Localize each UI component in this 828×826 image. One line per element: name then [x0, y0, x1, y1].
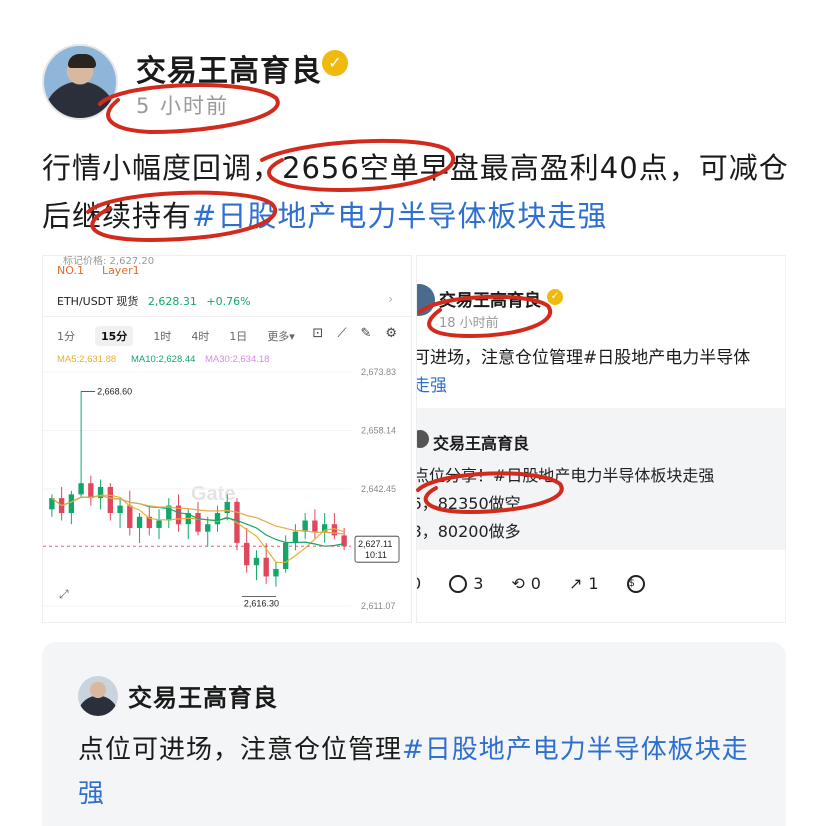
quote-text: 点位可进场，注意仓位管理#日股地产电力半导体 板块走强	[416, 344, 785, 400]
share-icon: ↗	[568, 574, 583, 593]
candle-body	[68, 494, 75, 514]
quote-inner-post: 交易王高育良 最新点位分享！#日股地产电力半导体板块走强 2656，82350做…	[416, 408, 785, 550]
pen-icon[interactable]: ✎	[360, 326, 371, 341]
chart-image[interactable]: 标记价格: 2,627.20 NO.1 Layer1 ETH/USDT 现货 2…	[42, 255, 412, 623]
candle-body	[282, 542, 289, 569]
chart-pair: ETH/USDT 现货 2,628.31 +0.76%	[57, 293, 251, 309]
chart-price: 2,628.31	[147, 295, 197, 308]
chevron-right-icon: ›	[388, 292, 393, 306]
y-tick: 2,673.83	[361, 367, 396, 377]
quote-avatar	[417, 284, 435, 316]
candle-body	[88, 483, 94, 499]
dollar-icon: $	[626, 574, 645, 593]
post-hashtag[interactable]: #日股地产电力半导体板块走强	[192, 199, 607, 233]
candle-body	[156, 520, 162, 528]
chart-tags: NO.1 Layer1	[57, 264, 140, 277]
y-tick: 2,642.45	[361, 484, 396, 494]
verified-badge-icon: ✓	[547, 289, 563, 305]
quoted-text: 点位可进场，注意仓位管理#日股地产电力半导体板块走强	[78, 728, 768, 816]
divider	[43, 316, 411, 317]
chart-timeframe-tabs: 1分 15分 1时 4时 1日 更多▾	[57, 326, 295, 346]
candle-body	[312, 520, 318, 532]
quote-screenshot-image[interactable]: 交易王高育良 ✓ 18 小时前 点位可进场，注意仓位管理#日股地产电力半导体 板…	[416, 255, 786, 623]
verified-badge-icon: ✓	[322, 50, 348, 76]
inner-line-2: 2656，82350做空	[417, 494, 521, 513]
quoted-author[interactable]: 交易王高育良	[128, 678, 278, 713]
repost-action: ⟲ 0	[511, 574, 541, 593]
candle-body	[195, 513, 201, 532]
candle-body	[292, 531, 299, 543]
candle-body	[127, 505, 133, 528]
candle-body	[341, 535, 347, 547]
quoted-avatar[interactable]	[78, 676, 118, 716]
settings-icon[interactable]: ⚙	[385, 326, 397, 341]
chart-tag-layer: Layer1	[101, 264, 140, 277]
quote-actions: 0 3 ⟲0 ↗1 $	[417, 574, 785, 593]
comment-icon	[449, 574, 468, 593]
candle-body	[214, 513, 221, 525]
candle-body	[78, 483, 84, 495]
tab-4h[interactable]: 4时	[191, 328, 209, 344]
tip-action: $	[626, 574, 645, 593]
candle-body	[273, 568, 279, 577]
tab-1h[interactable]: 1时	[153, 328, 171, 344]
author-name[interactable]: 交易王高育良	[136, 46, 322, 90]
inner-line-1: 最新点位分享！#日股地产电力半导体板块走强	[416, 466, 715, 485]
comment-count: 3	[473, 574, 484, 593]
candle-body	[263, 557, 269, 577]
comment-action: 3	[449, 574, 483, 593]
ma-legend-1: MA10:2,628.44	[131, 354, 195, 365]
quote-text-line1: 点位可进场，注意仓位管理#日股地产电力半导体	[416, 348, 751, 368]
high-label: 2,668.60	[97, 387, 132, 397]
repost-count: 0	[530, 574, 541, 593]
tab-1d[interactable]: 1日	[229, 328, 247, 344]
current-time-label: 10:11	[365, 550, 387, 560]
chart-pair-name: ETH/USDT 现货	[57, 295, 139, 308]
author-avatar[interactable]	[42, 44, 118, 120]
inner-avatar	[417, 430, 429, 448]
inner-line-3: 2578，80200做多	[417, 522, 521, 541]
more-icon: 0	[417, 574, 421, 593]
tab-15m[interactable]: 15分	[95, 326, 134, 346]
tab-1m[interactable]: 1分	[57, 328, 75, 344]
candle-body	[136, 516, 143, 528]
quoted-post[interactable]: 交易王高育良 点位可进场，注意仓位管理#日股地产电力半导体板块走强	[42, 642, 786, 826]
share-count: 1	[588, 574, 599, 593]
repost-icon: ⟲	[511, 574, 525, 593]
inner-author: 交易王高育良	[433, 434, 530, 453]
draw-icon[interactable]: ⟋	[337, 326, 346, 341]
chart-tools: ⊡ ⟋ ✎ ⚙	[312, 326, 397, 341]
candlestick-chart: MA5:2,631.88 MA10:2,628.44 MA30:2,634.18 Ga…	[43, 354, 400, 611]
chart-change: +0.76%	[206, 295, 251, 308]
quote-time: 18 小时前	[439, 316, 499, 331]
tab-more[interactable]: 更多▾	[267, 328, 295, 344]
candle-body	[302, 520, 308, 532]
ma-legend-0: MA5:2,631.88	[57, 354, 116, 365]
candle-body	[117, 505, 123, 514]
quote-author: 交易王高育良	[439, 291, 541, 311]
post-body: 行情小幅度回调，2656空单早盘最高盈利40点，可减仓后继续持有#日股地产电力半…	[42, 144, 792, 240]
chart-tag-rank: NO.1	[57, 264, 84, 277]
low-label: 2,616.30	[244, 599, 279, 609]
indicator-icon[interactable]: ⊡	[312, 326, 323, 341]
gate-watermark: Gate	[191, 483, 235, 505]
y-tick: 2,658.14	[361, 426, 396, 436]
current-price-label: 2,627.11	[358, 539, 392, 549]
candle-body	[205, 524, 211, 532]
post-time: 5 小时前	[136, 94, 230, 118]
y-tick: 2,611.07	[361, 601, 395, 611]
ma-legend-2: MA30:2,634.18	[205, 354, 269, 365]
candle-body	[107, 486, 114, 514]
quote-text-line2: 板块走强	[416, 376, 447, 396]
share-action: ↗ 1	[569, 574, 599, 593]
quoted-text-body: 点位可进场，注意仓位管理	[78, 735, 403, 765]
candle-body	[253, 557, 260, 566]
expand-icon[interactable]: ⤢	[59, 587, 69, 602]
